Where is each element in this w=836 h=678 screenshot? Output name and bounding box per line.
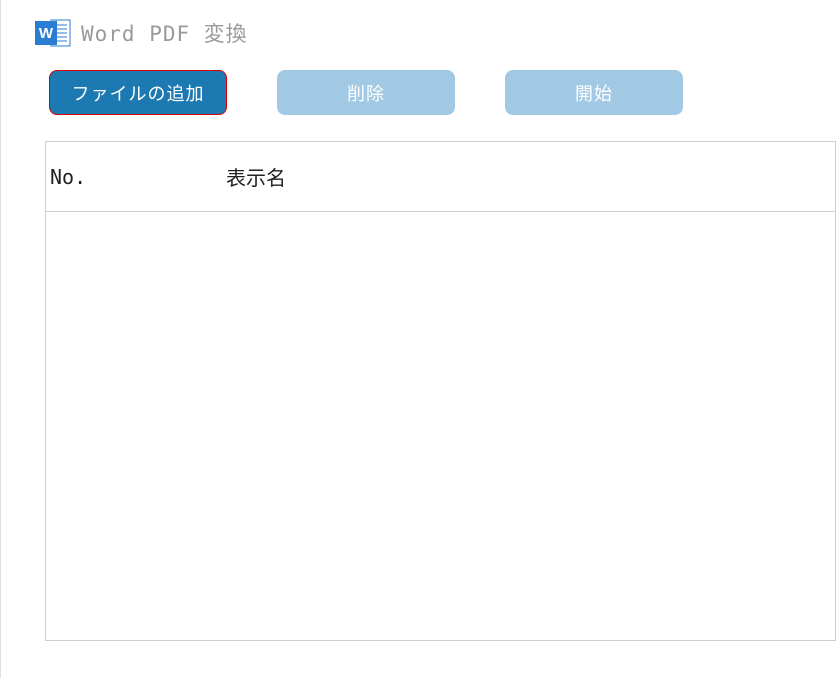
file-table: No. 表示名 [45,141,836,641]
toolbar: ファイルの追加 削除 開始 [1,48,836,115]
table-header: No. 表示名 [46,142,835,212]
start-button[interactable]: 開始 [505,70,683,115]
delete-button[interactable]: 削除 [277,70,455,115]
word-icon: W [35,18,71,48]
column-header-no: No. [46,165,226,189]
column-header-name: 表示名 [226,162,835,191]
svg-text:W: W [39,25,54,42]
app-header: W Word PDF 変換 [1,0,836,48]
add-file-button[interactable]: ファイルの追加 [49,70,227,115]
table-body [46,212,835,640]
app-title: Word PDF 変換 [81,18,248,48]
